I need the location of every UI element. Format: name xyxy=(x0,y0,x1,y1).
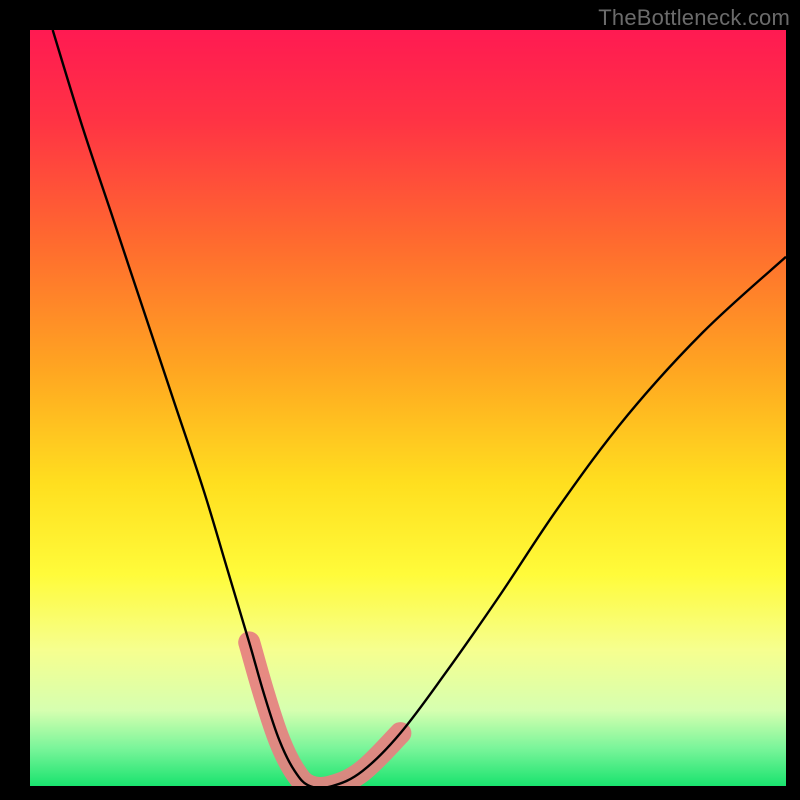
chart-svg xyxy=(30,30,786,786)
chart-area xyxy=(30,30,786,786)
watermark-text: TheBottleneck.com xyxy=(598,5,790,31)
chart-background xyxy=(30,30,786,786)
